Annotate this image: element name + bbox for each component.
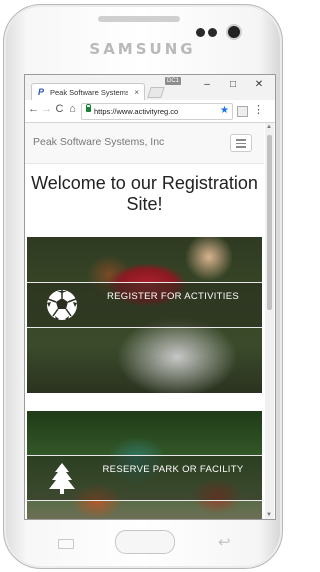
phone-screen: P Peak Software Systems, Inc × DC1 – □ ✕… [24, 74, 276, 520]
proximity-sensor [196, 28, 205, 37]
pine-tree-icon [49, 463, 75, 494]
tab-close-icon[interactable]: × [134, 84, 139, 101]
forward-arrow-icon[interactable]: → [41, 103, 52, 115]
reserve-facility-label: RESERVE PARK OR FACILITY [102, 464, 244, 475]
soccer-ball-icon [47, 290, 77, 320]
page-scrollbar[interactable]: ▲ ▼ [265, 123, 274, 519]
earpiece-speaker [98, 16, 180, 22]
hamburger-bar [236, 139, 246, 141]
browser-tab-strip: P Peak Software Systems, Inc × DC1 – □ ✕ [25, 75, 275, 101]
page-content: Peak Software Systems, Inc Welcome to ou… [25, 123, 264, 519]
page-heading: Welcome to our Registration Site! [31, 173, 258, 214]
tab-title: Peak Software Systems, Inc [50, 88, 128, 97]
extension-icon[interactable] [237, 106, 248, 117]
scroll-down-arrow-icon[interactable]: ▼ [266, 512, 272, 518]
site-navbar: Peak Software Systems, Inc [25, 123, 264, 164]
site-brand-link[interactable]: Peak Software Systems, Inc [33, 136, 164, 148]
home-icon[interactable]: ⌂ [67, 103, 78, 115]
scroll-up-arrow-icon[interactable]: ▲ [266, 124, 272, 130]
reserve-facility-hero: RESERVE PARK OR FACILITY [27, 411, 262, 519]
window-profile-label: DC1 [165, 77, 182, 85]
hamburger-bar [236, 146, 246, 148]
device-brand: SAMSUNG [89, 40, 196, 58]
reserve-facility-button[interactable]: RESERVE PARK OR FACILITY [27, 455, 262, 501]
home-button[interactable] [115, 530, 175, 554]
register-activities-hero: REGISTER FOR ACTIVITIES [27, 237, 262, 393]
back-button-icon[interactable]: ↩ [218, 533, 231, 551]
back-arrow-icon[interactable]: ← [28, 103, 39, 115]
recent-apps-button[interactable] [58, 539, 74, 549]
site-favicon-icon: P [38, 87, 45, 97]
scrollbar-thumb[interactable] [267, 135, 272, 310]
maximize-button[interactable]: □ [227, 79, 239, 90]
new-tab-button[interactable] [147, 87, 165, 98]
hamburger-bar [236, 142, 246, 144]
browser-toolbar: ← → C ⌂ https://www.activityreg.co ★ ⋮ [25, 100, 275, 123]
hamburger-menu-button[interactable] [230, 134, 252, 152]
url-text: https://www.activityreg.co [94, 107, 179, 116]
lock-icon [86, 104, 91, 112]
bookmark-star-icon[interactable]: ★ [220, 104, 229, 117]
register-activities-button[interactable]: REGISTER FOR ACTIVITIES [27, 282, 262, 328]
close-window-button[interactable]: ✕ [253, 79, 265, 90]
browser-tab[interactable]: P Peak Software Systems, Inc × [31, 83, 145, 101]
minimize-button[interactable]: – [201, 79, 213, 90]
register-activities-label: REGISTER FOR ACTIVITIES [106, 291, 239, 302]
browser-menu-icon[interactable]: ⋮ [253, 103, 264, 116]
front-camera [228, 26, 240, 38]
reload-icon[interactable]: C [54, 103, 65, 115]
address-bar[interactable]: https://www.activityreg.co ★ [81, 103, 233, 120]
light-sensor [208, 28, 217, 37]
